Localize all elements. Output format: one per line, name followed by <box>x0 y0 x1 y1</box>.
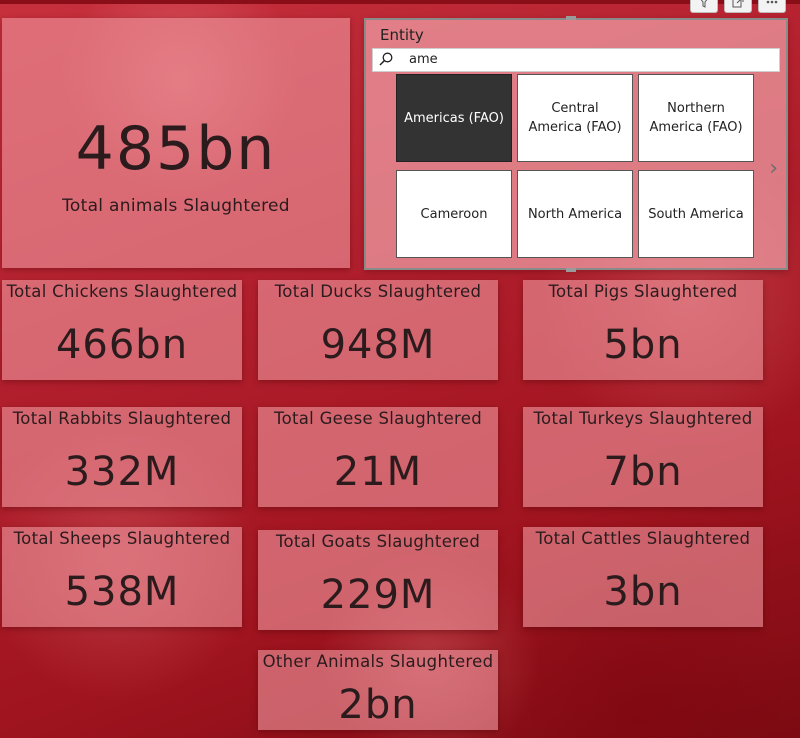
chevron-right-icon[interactable]: › <box>769 156 778 181</box>
card-value: 3bn <box>603 569 683 615</box>
resize-handle-top[interactable] <box>566 16 576 20</box>
card-value: 229M <box>320 572 436 618</box>
card-label: Total Rabbits Slaughtered <box>12 409 232 428</box>
tile-label: North America <box>527 206 623 222</box>
card-label: Total Goats Slaughtered <box>275 532 481 551</box>
tile-south-america[interactable]: South America <box>638 170 754 258</box>
card-value: 7bn <box>603 449 683 495</box>
focus-mode-icon[interactable] <box>724 0 752 13</box>
filter-icon[interactable] <box>690 0 718 13</box>
card-value: 332M <box>64 449 180 495</box>
slicer-title: Entity <box>380 26 424 44</box>
tile-cameroon[interactable]: Cameroon <box>396 170 512 258</box>
tile-label: Central America (FAO) <box>528 101 622 135</box>
card-label: Total Sheeps Slaughtered <box>13 529 231 548</box>
tile-north-america[interactable]: North America <box>517 170 633 258</box>
ducks-card[interactable]: Total Ducks Slaughtered 948M <box>258 280 498 380</box>
cattles-card[interactable]: Total Cattles Slaughtered 3bn <box>523 527 763 627</box>
turkeys-card[interactable]: Total Turkeys Slaughtered 7bn <box>523 407 763 507</box>
card-value: 2bn <box>338 682 418 728</box>
entity-slicer[interactable]: Entity ame Americas (FAO) Central Americ… <box>364 16 788 272</box>
total-animals-value: 485bn <box>75 114 277 184</box>
tile-northern-america-fao[interactable]: Northern America (FAO) <box>638 74 754 162</box>
visual-header-toolbar <box>690 0 786 13</box>
card-value: 466bn <box>55 322 189 368</box>
search-icon <box>379 52 393 66</box>
tile-label: South America <box>648 206 744 222</box>
search-value: ame <box>409 52 438 67</box>
card-label: Total Ducks Slaughtered <box>274 282 482 301</box>
card-value: 21M <box>333 449 423 495</box>
card-label: Total Chickens Slaughtered <box>6 282 238 301</box>
pigs-card[interactable]: Total Pigs Slaughtered 5bn <box>523 280 763 380</box>
tile-americas-fao[interactable]: Americas (FAO) <box>396 74 512 162</box>
card-label: Other Animals Slaughtered <box>262 652 494 671</box>
tile-label: Northern America (FAO) <box>649 101 743 135</box>
card-label: Total Turkeys Slaughtered <box>533 409 753 428</box>
other-animals-card[interactable]: Other Animals Slaughtered 2bn <box>258 650 498 730</box>
card-value: 948M <box>320 322 436 368</box>
slicer-search-input[interactable]: ame <box>372 48 780 72</box>
total-animals-card[interactable]: 485bn Total animals Slaughtered <box>2 18 350 268</box>
geese-card[interactable]: Total Geese Slaughtered 21M <box>258 407 498 507</box>
resize-handle-bottom[interactable] <box>566 268 576 272</box>
chickens-card[interactable]: Total Chickens Slaughtered 466bn <box>2 280 242 380</box>
tile-central-america-fao[interactable]: Central America (FAO) <box>517 74 633 162</box>
sheeps-card[interactable]: Total Sheeps Slaughtered 538M <box>2 527 242 627</box>
more-options-icon[interactable] <box>758 0 786 13</box>
total-animals-label: Total animals Slaughtered <box>62 196 290 216</box>
card-label: Total Cattles Slaughtered <box>535 529 751 548</box>
top-edge <box>0 0 800 4</box>
goats-card[interactable]: Total Goats Slaughtered 229M <box>258 530 498 630</box>
tile-label: Americas (FAO) <box>404 110 504 126</box>
card-value: 5bn <box>603 322 683 368</box>
card-label: Total Geese Slaughtered <box>274 409 482 428</box>
tile-label: Cameroon <box>420 206 488 222</box>
rabbits-card[interactable]: Total Rabbits Slaughtered 332M <box>2 407 242 507</box>
card-value: 538M <box>64 569 180 615</box>
card-label: Total Pigs Slaughtered <box>548 282 738 301</box>
